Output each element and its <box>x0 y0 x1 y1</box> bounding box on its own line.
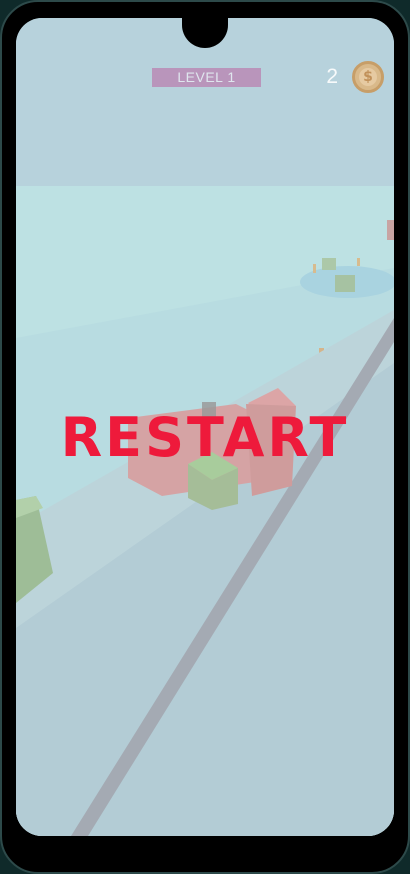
restart-button[interactable]: RESTART <box>16 406 394 470</box>
dollar-sign-icon: $ <box>359 68 377 86</box>
distant-coin-2 <box>357 258 360 266</box>
distant-red-block <box>387 220 394 240</box>
dollar-coin-icon: $ <box>352 61 384 93</box>
game-screen[interactable]: LEVEL 1 2 $ RESTART <box>16 18 394 836</box>
coin-count: 2 <box>326 65 338 88</box>
distant-green-block-1 <box>322 258 336 270</box>
distant-green-block-2 <box>335 275 355 292</box>
distant-coin-1 <box>313 264 316 273</box>
level-label: LEVEL 1 <box>152 68 261 87</box>
